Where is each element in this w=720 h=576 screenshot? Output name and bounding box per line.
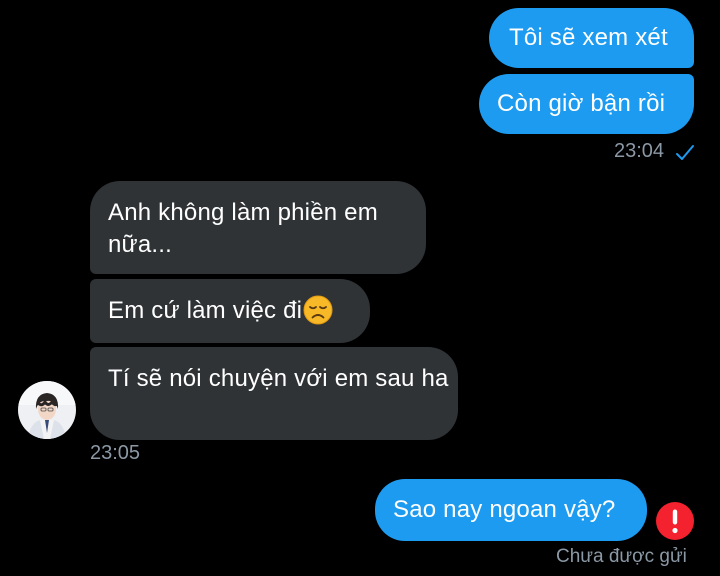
incoming-message[interactable]: Anh không làm phiền em nữa... bbox=[90, 181, 426, 274]
message-text: Sao nay ngoan vậy? bbox=[393, 496, 616, 523]
avatar[interactable] bbox=[18, 381, 76, 439]
message-timestamp: 23:05 bbox=[90, 442, 141, 464]
message-timestamp: 23:04 bbox=[614, 140, 665, 162]
incoming-message[interactable]: Em cứ làm việc đi bbox=[90, 279, 370, 343]
check-icon bbox=[676, 145, 694, 160]
message-text: Anh không làm phiền em nữa... bbox=[108, 199, 378, 258]
incoming-message[interactable]: Tí sẽ nói chuyện với em sau ha bbox=[90, 347, 458, 440]
error-exclamation-icon[interactable] bbox=[655, 501, 695, 541]
message-text: Em cứ làm việc đi bbox=[108, 297, 303, 324]
message-text: Còn giờ bận rồi bbox=[497, 90, 666, 117]
send-failed-label: Chưa được gửi bbox=[556, 546, 687, 567]
chat-screen: { "messages": [ {"direction": "outgoing"… bbox=[0, 0, 720, 576]
outgoing-message[interactable]: Sao nay ngoan vậy? bbox=[375, 479, 647, 541]
message-text: Tí sẽ nói chuyện với em sau ha bbox=[108, 365, 449, 392]
disappointed-face-emoji bbox=[303, 295, 333, 325]
outgoing-message[interactable]: Còn giờ bận rồi bbox=[479, 74, 694, 134]
outgoing-message[interactable]: Tôi sẽ xem xét bbox=[489, 8, 694, 68]
message-text: Tôi sẽ xem xét bbox=[509, 24, 668, 51]
